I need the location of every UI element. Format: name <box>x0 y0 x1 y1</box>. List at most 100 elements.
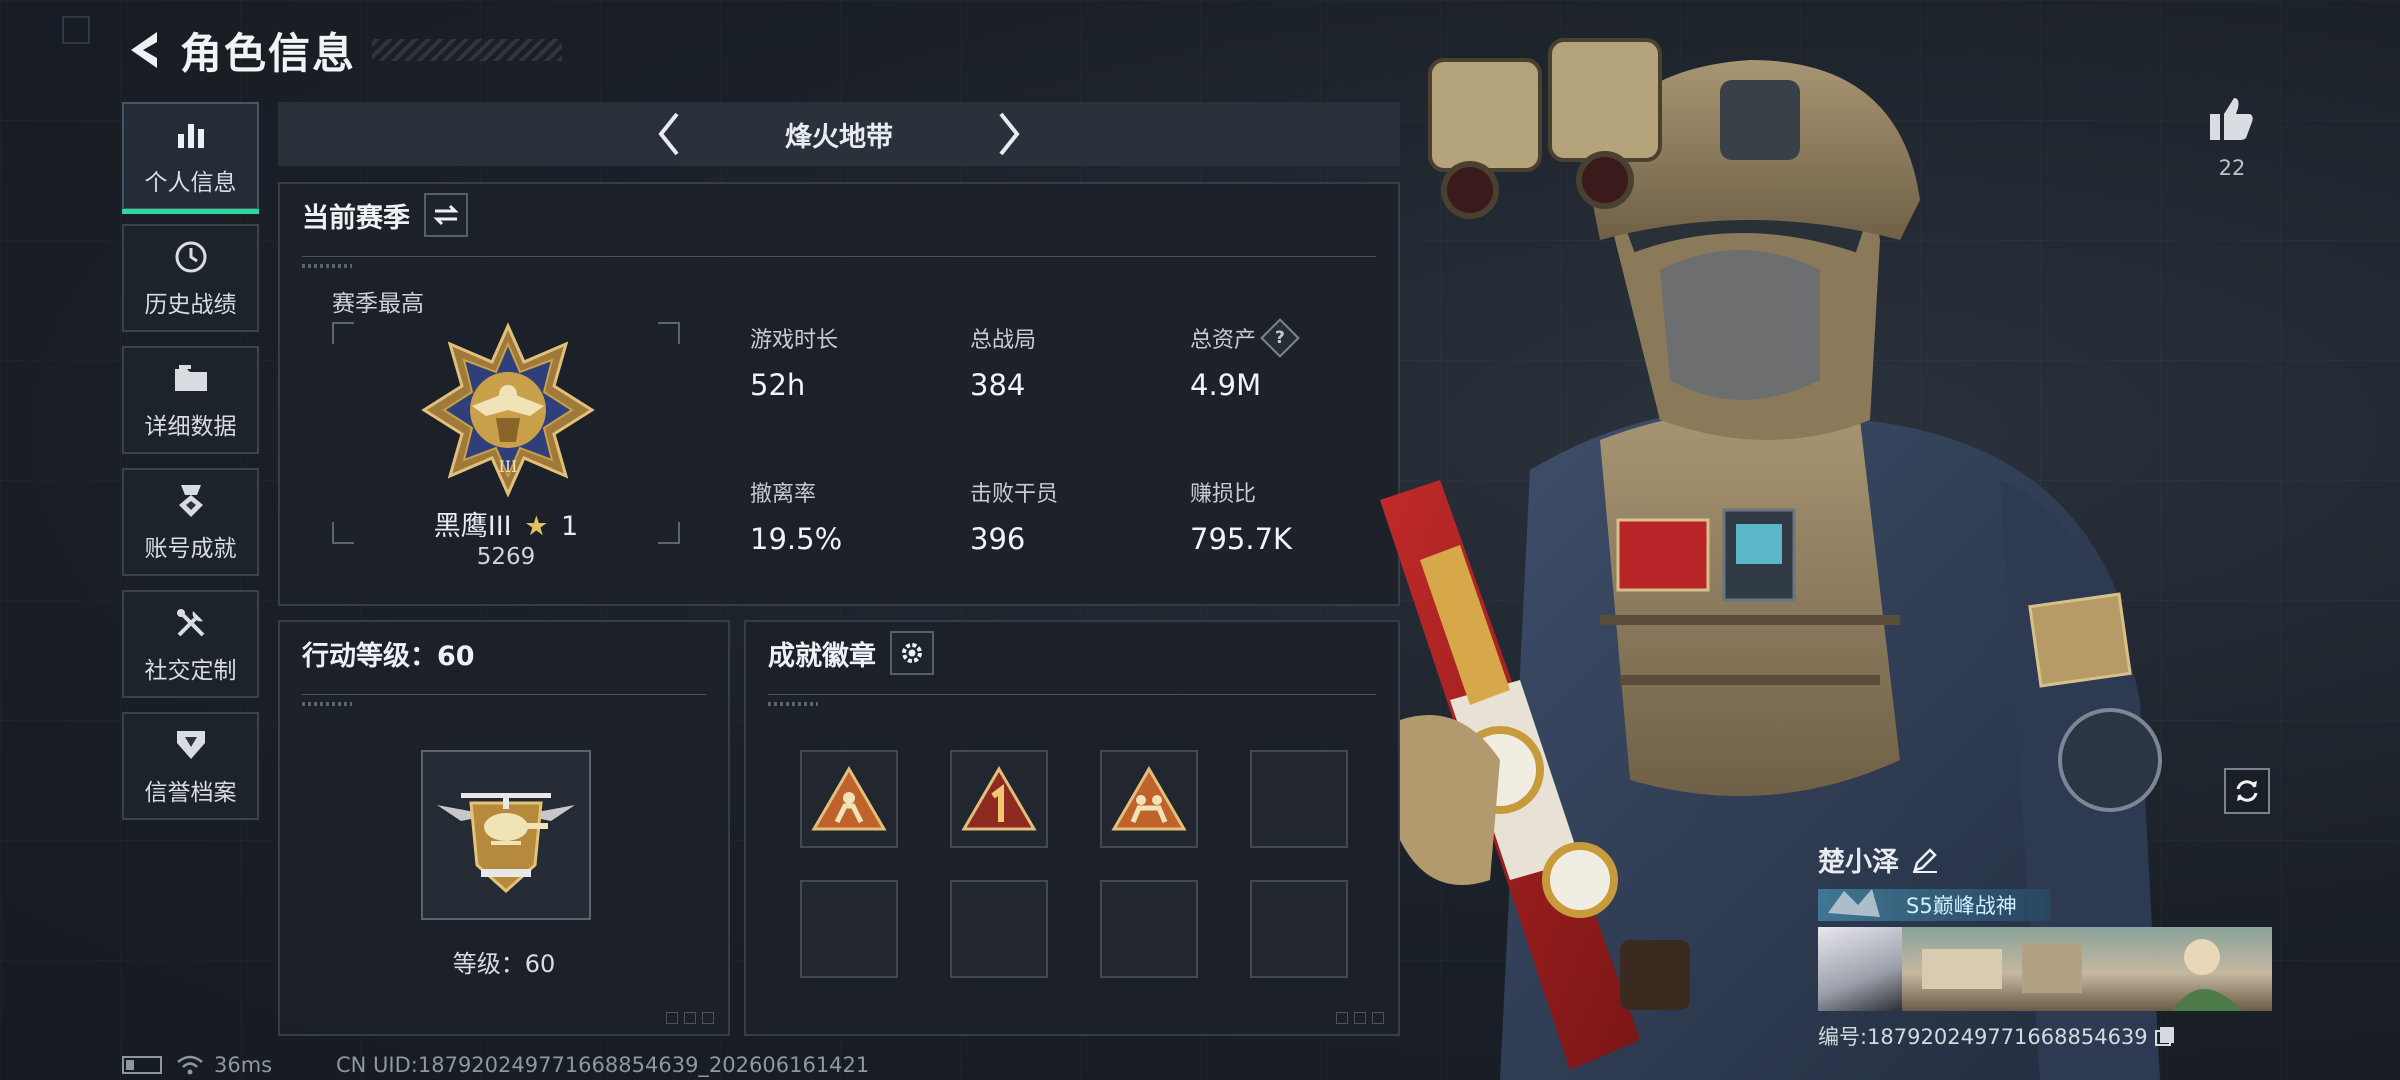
player-name: 楚小泽 <box>1818 847 1899 878</box>
action-level-text: 等级：60 <box>452 950 556 978</box>
stat-value: 52h <box>750 368 806 402</box>
folder-icon <box>171 359 211 399</box>
prev-mode-arrow-icon[interactable] <box>639 104 699 164</box>
badge-slot-empty[interactable] <box>950 880 1048 978</box>
ping-text: 36ms <box>214 1053 273 1077</box>
sidebar: 个人信息 历史战绩 详细数据 账号成就 社交定制 信誉档案 <box>122 102 259 834</box>
stat-operators-defeated: 击败干员 396 <box>970 476 1058 556</box>
next-mode-arrow-icon[interactable] <box>979 104 1039 164</box>
switch-season-button[interactable] <box>424 193 468 237</box>
divider <box>302 694 706 706</box>
player-id: 编号:18792024977166885463​9 <box>1818 1025 2148 1049</box>
banner-image <box>1902 927 2272 1011</box>
season-best-label: 赛季最高 <box>332 291 424 317</box>
action-level-badge[interactable] <box>421 750 591 920</box>
divider <box>768 694 1376 706</box>
achievements-title: 成就徽章 <box>768 640 876 672</box>
player-title-text: S5巅峰战神 <box>1906 894 2017 918</box>
stat-label-row: 总资产 ? <box>1190 318 1300 358</box>
badge-slot-empty[interactable] <box>800 880 898 978</box>
rank-score: 5269 <box>476 544 536 570</box>
helicopter-badge-icon <box>437 793 575 894</box>
page-title: 角色信息 <box>180 28 357 78</box>
avatar[interactable] <box>1818 927 1902 1011</box>
stat-profit-loss-ratio: 赚损比 795.7K <box>1190 476 1292 556</box>
star-icon: ★ <box>524 511 549 542</box>
gear-icon <box>902 643 922 663</box>
player-card: 楚小泽 S5巅峰战神 编号:18792024977166885463​9 <box>1818 840 2272 1051</box>
stat-total-matches: 总战局 384 <box>970 322 1036 402</box>
divider <box>302 256 1376 268</box>
stat-value: 4.9M <box>1190 368 1262 402</box>
bar-chart-icon <box>171 115 211 155</box>
uid-text: CN UID:18792024977166885463​9_2026061614… <box>336 1053 870 1077</box>
rank-badge-icon: III <box>421 322 595 498</box>
help-glyph: ? <box>1275 328 1285 348</box>
stat-value: 396 <box>970 522 1026 556</box>
sidebar-item-reputation[interactable]: 信誉档案 <box>122 712 259 820</box>
rank-stars: 1 <box>561 511 579 542</box>
svg-text:III: III <box>499 457 518 476</box>
swap-icon <box>433 204 459 226</box>
sidebar-item-label: 详细数据 <box>144 414 237 440</box>
badge-settings-button[interactable] <box>890 631 934 675</box>
player-name-row: 楚小泽 <box>1818 840 2272 879</box>
copy-icon[interactable] <box>2154 1025 2176 1047</box>
rank-name: 黑鹰III ★ 1 <box>332 504 680 543</box>
stat-label: 赚损比 <box>1190 482 1257 507</box>
medal-icon <box>171 481 211 521</box>
sidebar-item-label: 个人信息 <box>144 170 237 196</box>
like-count: 22 <box>2218 156 2246 180</box>
badge-slot[interactable] <box>950 750 1048 848</box>
action-level-title: 行动等级：60 <box>302 640 475 672</box>
sidebar-item-label: 历史战绩 <box>144 292 237 318</box>
badge-slot-empty[interactable] <box>1100 880 1198 978</box>
stat-value: 795.7K <box>1190 522 1293 556</box>
squad-triangle-badge-icon <box>1111 766 1187 831</box>
sidebar-item-achievements[interactable]: 账号成就 <box>122 468 259 576</box>
player-banner <box>1818 927 2272 1011</box>
corner-decoration <box>62 16 90 44</box>
tools-icon <box>171 603 211 643</box>
mode-selector: 烽火地带 <box>278 102 1400 166</box>
sidebar-item-label: 信誉档案 <box>144 780 237 806</box>
action-level-panel: 行动等级：60 等级：60 <box>278 620 730 1036</box>
stat-total-assets: 总资产 ? 4.9M <box>1190 318 1300 402</box>
badge-slot[interactable] <box>800 750 898 848</box>
stat-extraction-rate: 撤离率 19.5% <box>750 476 842 556</box>
shield-icon <box>171 725 211 765</box>
stat-value: 19.5% <box>750 522 843 556</box>
rank-name-text: 黑鹰III <box>433 511 512 542</box>
stat-label: 总战局 <box>970 328 1037 353</box>
stat-value: 384 <box>970 368 1026 402</box>
sidebar-item-social[interactable]: 社交定制 <box>122 590 259 698</box>
clock-icon <box>171 237 211 277</box>
number-one-triangle-badge-icon <box>961 766 1037 831</box>
back-arrow-icon[interactable] <box>120 27 166 73</box>
like-widget: 22 <box>2204 96 2260 180</box>
sidebar-item-history[interactable]: 历史战绩 <box>122 224 259 332</box>
player-id-row: 编号:18792024977166885463​9 <box>1818 1021 2272 1051</box>
rank-display: III 黑鹰III ★ 1 5269 <box>332 322 680 570</box>
badge-slot[interactable] <box>1100 750 1198 848</box>
stat-label: 游戏时长 <box>750 328 839 353</box>
refresh-button[interactable] <box>2224 768 2270 814</box>
sidebar-item-label: 社交定制 <box>144 658 237 684</box>
sidebar-item-personal-info[interactable]: 个人信息 <box>122 102 259 214</box>
status-bar: 36ms <box>122 1053 272 1077</box>
edit-pencil-icon[interactable] <box>1911 846 1939 874</box>
battery-icon <box>122 1056 162 1074</box>
panel-dots <box>666 1012 714 1024</box>
title-decoration <box>372 39 563 61</box>
thumbs-up-icon[interactable] <box>2208 96 2256 142</box>
sidebar-item-label: 账号成就 <box>144 536 237 562</box>
season-panel: 当前赛季 赛季最高 III 黑鹰III ★ 1 5269 游戏时长 52h 总战… <box>278 182 1400 606</box>
help-icon[interactable]: ? <box>1260 318 1300 358</box>
stat-label: 总资产 <box>1190 328 1257 353</box>
page-header: 角色信息 <box>120 20 563 80</box>
title-emblem-icon <box>1828 889 1880 917</box>
refresh-icon <box>2236 780 2258 802</box>
mode-title: 烽火地带 <box>785 121 893 153</box>
sidebar-item-detailed-data[interactable]: 详细数据 <box>122 346 259 454</box>
season-title: 当前赛季 <box>302 202 410 234</box>
